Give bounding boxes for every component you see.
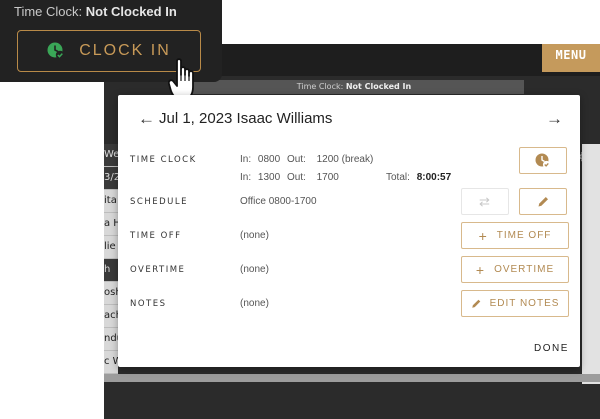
time-entry-1: In: 0800 Out: 1200 (break) <box>240 154 373 165</box>
list-item[interactable]: osh <box>104 282 118 305</box>
in-label: In: <box>240 172 252 183</box>
swap-schedule-button[interactable]: ⇄ <box>461 188 509 215</box>
clock-status-label: Time Clock: <box>14 4 83 19</box>
pencil-icon <box>471 299 480 308</box>
clock-status-value: Not Clocked In <box>85 4 177 19</box>
time-off-value: (none) <box>240 230 269 241</box>
list-item[interactable]: lie <box>104 236 118 259</box>
clock-icon <box>535 153 551 168</box>
app-timeclock-value: Not Clocked In <box>345 82 412 91</box>
list-item[interactable]: ita <box>104 190 118 213</box>
time-entry-2: In: 1300 Out: 1700 <box>240 172 339 183</box>
modal-header: ← Jul 1, 2023 Isaac Williams → <box>118 95 580 141</box>
arrow-right-icon[interactable]: → <box>546 109 563 129</box>
overtime-label: OVERTIME <box>130 265 186 275</box>
edit-notes-button[interactable]: EDIT NOTES <box>461 290 569 317</box>
total-label: Total: <box>386 172 410 183</box>
out-label: Out: <box>286 172 306 183</box>
plus-icon: + <box>475 261 486 278</box>
clock-in-label: CLOCK IN <box>79 42 171 59</box>
add-time-off-label: TIME OFF <box>496 230 552 241</box>
out-time: 1700 <box>316 172 339 183</box>
list-item[interactable]: ach <box>104 305 118 328</box>
list-item[interactable]: h <box>104 259 118 282</box>
app-timeclock-status: Time Clock: Not Clocked In <box>184 80 524 94</box>
time-clock-label: TIME CLOCK <box>130 155 197 165</box>
time-off-label: TIME OFF <box>130 231 182 241</box>
app-timeclock-label: Time Clock: <box>296 82 344 91</box>
pencil-icon <box>538 197 548 207</box>
clock-button[interactable] <box>519 147 567 174</box>
add-overtime-button[interactable]: + OVERTIME <box>461 256 569 283</box>
clock-check-icon <box>47 42 65 60</box>
total-time: Total: 8:00:57 <box>386 172 451 183</box>
schedule-label: SCHEDULE <box>130 197 188 207</box>
add-time-off-button[interactable]: + TIME OFF <box>461 222 569 249</box>
list-item[interactable]: 3/2 <box>104 167 118 190</box>
swap-icon: ⇄ <box>479 193 491 209</box>
out-time: 1200 (break) <box>316 154 374 165</box>
overtime-value: (none) <box>240 264 269 275</box>
employee-list: Wed 3/2 ita a H lie h osh ach ndu c W <box>104 144 118 384</box>
in-time: 0800 <box>257 154 281 165</box>
list-item[interactable]: ndu <box>104 328 118 351</box>
list-item[interactable]: Wed <box>104 144 118 167</box>
notes-label: NOTES <box>130 299 167 309</box>
app-right-panel <box>582 144 600 384</box>
list-item[interactable]: c W <box>104 351 118 374</box>
notes-value: (none) <box>240 298 269 309</box>
total-value: 8:00:57 <box>416 172 452 183</box>
menu-button[interactable]: MENU <box>542 44 600 72</box>
edit-schedule-button[interactable] <box>519 188 567 215</box>
arrow-left-icon[interactable]: ← <box>138 109 155 129</box>
day-detail-modal: ← Jul 1, 2023 Isaac Williams → TIME CLOC… <box>118 95 580 367</box>
list-item[interactable]: a H <box>104 213 118 236</box>
schedule-value: Office 0800-1700 <box>240 196 317 207</box>
done-button[interactable]: DONE <box>534 343 569 354</box>
in-time: 1300 <box>257 172 281 183</box>
clock-status: Time Clock: Not Clocked In <box>14 4 177 19</box>
in-label: In: <box>240 154 252 165</box>
out-label: Out: <box>286 154 306 165</box>
horizontal-scrollbar[interactable] <box>104 374 600 382</box>
modal-title: Jul 1, 2023 Isaac Williams <box>159 110 333 127</box>
plus-icon: + <box>478 227 488 244</box>
edit-notes-label: EDIT NOTES <box>489 298 560 309</box>
add-overtime-label: OVERTIME <box>494 264 555 275</box>
